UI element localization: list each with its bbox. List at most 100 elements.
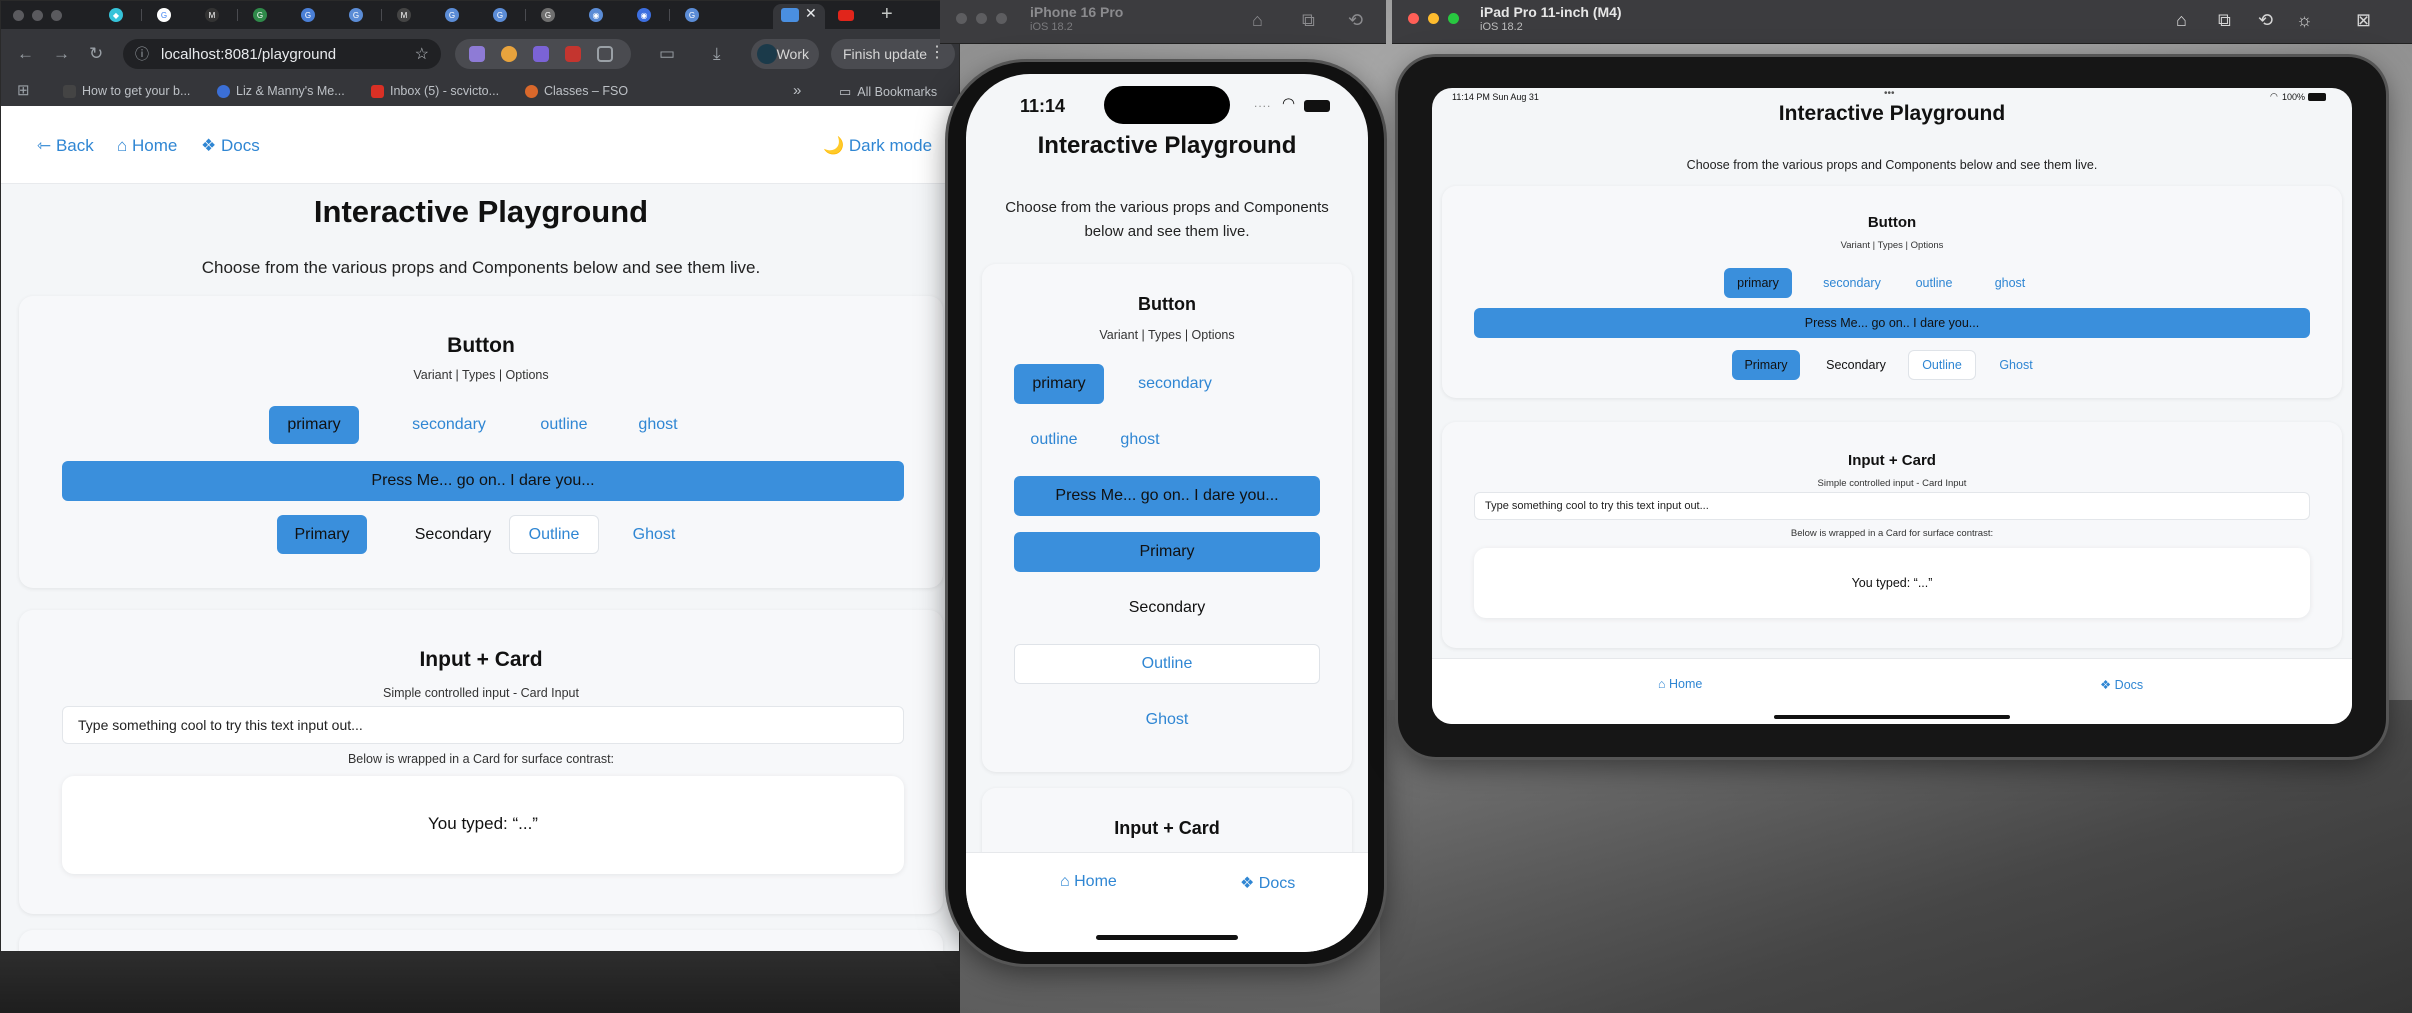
window-zoom-light[interactable] (1448, 13, 1459, 24)
puzzle-icon[interactable] (597, 46, 613, 62)
window-zoom-light[interactable] (51, 10, 62, 21)
tab[interactable] (835, 5, 857, 25)
tab[interactable]: G (681, 5, 703, 25)
tab-docs[interactable]: ❖ Docs (1240, 873, 1295, 893)
window-minimize-light[interactable] (1428, 13, 1439, 24)
variant-ghost-button[interactable]: ghost (613, 406, 703, 444)
kebab-menu-icon[interactable]: ⋮ (929, 42, 945, 62)
rotate-icon[interactable]: ⟲ (2258, 10, 2273, 31)
bookmark-item[interactable]: Liz & Manny's Me... (217, 84, 345, 98)
new-tab-icon[interactable]: + (881, 3, 893, 26)
address-bar[interactable]: ⓘ localhost:8081/playground ☆ (123, 39, 441, 69)
tab[interactable]: G (441, 5, 463, 25)
home-indicator[interactable] (1774, 715, 2010, 719)
variant-primary-button[interactable]: primary (1014, 364, 1104, 404)
ghost-button[interactable]: Ghost (1982, 350, 2050, 380)
cast-icon[interactable]: ▭ (659, 41, 675, 67)
window-minimize-light[interactable] (32, 10, 43, 21)
tab[interactable]: G (537, 5, 559, 25)
variant-secondary-button[interactable]: secondary (1804, 268, 1900, 298)
dare-button[interactable]: Press Me... go on.. I dare you... (1014, 476, 1320, 516)
apps-grid-icon[interactable]: ⊞ (17, 81, 30, 99)
secondary-button[interactable]: Secondary (383, 515, 523, 554)
secondary-button[interactable]: Secondary (1014, 588, 1320, 628)
forward-arrow-icon[interactable]: → (53, 41, 70, 67)
tab[interactable]: G (489, 5, 511, 25)
text-input[interactable]: Type something cool to try this text inp… (62, 706, 904, 744)
bottom-tab-bar: ⌂ Home ❖ Docs (1432, 658, 2352, 724)
outline-button[interactable]: Outline (509, 515, 599, 554)
rotate-icon[interactable]: ⟲ (1348, 10, 1363, 31)
window-close-light[interactable] (956, 13, 967, 24)
profile-work-button[interactable]: Work (751, 39, 819, 69)
variant-outline-button[interactable]: outline (1900, 268, 1968, 298)
screenshot-icon[interactable]: ⧉ (2218, 10, 2231, 31)
tab[interactable]: ◉ (585, 5, 607, 25)
secondary-button[interactable]: Secondary (1808, 350, 1904, 380)
tab-home[interactable]: ⌂ Home (1658, 677, 1702, 691)
tab-active[interactable]: ✕ (773, 4, 825, 29)
tab[interactable]: G (297, 5, 319, 25)
tab[interactable]: G (345, 5, 367, 25)
back-link[interactable]: ⇽ Back (37, 136, 94, 156)
site-info-icon[interactable]: ⓘ (135, 44, 149, 64)
bookmark-label: Liz & Manny's Me... (236, 84, 345, 98)
ghost-button[interactable]: Ghost (609, 515, 699, 554)
variant-secondary-button[interactable]: secondary (1120, 364, 1230, 404)
chevron-right-icon[interactable]: » (793, 82, 801, 99)
multitasking-dots-icon[interactable]: ••• (1884, 88, 1895, 99)
variant-primary-button[interactable]: primary (1724, 268, 1792, 298)
tab[interactable]: ◆ (105, 5, 127, 25)
extension-icon[interactable] (501, 46, 517, 62)
bookmark-star-icon[interactable]: ☆ (415, 44, 429, 64)
variant-primary-button[interactable]: primary (269, 406, 359, 444)
tab-docs[interactable]: ❖ Docs (2100, 677, 2143, 692)
variant-ghost-button[interactable]: ghost (1976, 268, 2044, 298)
home-icon[interactable]: ⌂ (1252, 10, 1263, 31)
all-bookmarks[interactable]: ▭ All Bookmarks (839, 84, 937, 100)
back-arrow-icon[interactable]: ← (17, 41, 34, 67)
outline-button[interactable]: Outline (1014, 644, 1320, 684)
variant-secondary-button[interactable]: secondary (379, 406, 519, 444)
outline-button[interactable]: Outline (1908, 350, 1976, 380)
bookmark-item[interactable]: Inbox (5) - scvicto... (371, 84, 499, 98)
text-input[interactable]: Type something cool to try this text inp… (1474, 492, 2310, 520)
window-close-light[interactable] (1408, 13, 1419, 24)
tab[interactable]: G (153, 5, 175, 25)
docs-link[interactable]: ❖ Docs (201, 136, 260, 156)
variant-outline-button[interactable]: outline (1014, 420, 1094, 460)
tab[interactable]: M (201, 5, 223, 25)
tab-favicon-icon: M (205, 8, 219, 22)
window-minimize-light[interactable] (976, 13, 987, 24)
tab-home[interactable]: ⌂ Home (1060, 873, 1117, 891)
dark-mode-toggle[interactable]: 🌙 Dark mode (823, 136, 932, 156)
ghost-button[interactable]: Ghost (1014, 700, 1320, 740)
primary-button[interactable]: Primary (277, 515, 367, 554)
primary-button[interactable]: Primary (1014, 532, 1320, 572)
download-icon[interactable]: ⤓ (713, 41, 721, 67)
tab[interactable]: G (249, 5, 271, 25)
tab[interactable]: ◉ (633, 5, 655, 25)
finish-update-button[interactable]: Finish update ⋮ (831, 39, 955, 69)
window-zoom-light[interactable] (996, 13, 1007, 24)
dare-button[interactable]: Press Me... go on.. I dare you... (62, 461, 904, 501)
bookmark-item[interactable]: Classes – FSO (525, 84, 628, 98)
screenshot-icon[interactable]: ⧉ (1302, 10, 1315, 31)
home-icon[interactable]: ⌂ (2176, 10, 2187, 31)
brightness-icon[interactable]: ☼ (2296, 10, 2313, 31)
close-box-icon[interactable]: ⊠ (2356, 10, 2371, 31)
home-indicator[interactable] (1096, 935, 1238, 940)
window-close-light[interactable] (13, 10, 24, 21)
reload-icon[interactable]: ↻ (89, 41, 103, 67)
variant-ghost-button[interactable]: ghost (1100, 420, 1180, 460)
extension-icon[interactable] (533, 46, 549, 62)
variant-outline-button[interactable]: outline (519, 406, 609, 444)
extension-icon[interactable] (565, 46, 581, 62)
tab[interactable]: M (393, 5, 415, 25)
primary-button[interactable]: Primary (1732, 350, 1800, 380)
tab-close-icon[interactable]: ✕ (805, 5, 817, 22)
bookmark-item[interactable]: How to get your b... (63, 84, 190, 98)
dare-button[interactable]: Press Me... go on.. I dare you... (1474, 308, 2310, 338)
home-link[interactable]: ⌂ Home (117, 136, 177, 156)
extension-icon[interactable] (469, 46, 485, 62)
